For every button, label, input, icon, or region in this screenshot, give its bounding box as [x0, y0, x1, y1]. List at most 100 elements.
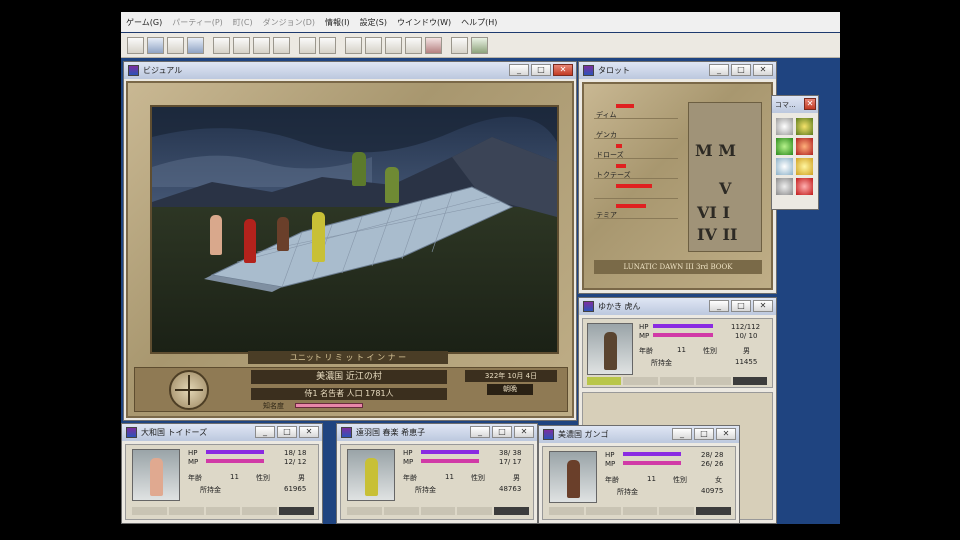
menu-settings[interactable]: 設定(S) [355, 17, 392, 28]
visual-window-titlebar[interactable]: ビジュアル _ □ ✕ [124, 62, 576, 79]
battle-scene[interactable] [150, 105, 559, 354]
status-tab[interactable] [242, 507, 278, 515]
toolbar-window-button[interactable] [126, 36, 144, 54]
toolbar-save-button[interactable] [450, 36, 468, 54]
unit-rogue[interactable] [277, 217, 289, 251]
minimize-button[interactable]: _ [709, 64, 729, 76]
status-tab[interactable] [494, 507, 529, 515]
menu-party[interactable]: パーティー(P) [167, 17, 228, 28]
close-button[interactable]: ✕ [553, 64, 573, 76]
close-button[interactable]: ✕ [753, 64, 773, 76]
status-tab[interactable] [696, 507, 731, 515]
close-button[interactable]: ✕ [753, 300, 773, 312]
close-button[interactable]: ✕ [514, 426, 534, 438]
party-row[interactable]: ディム [594, 102, 678, 119]
menu-info[interactable]: 情報(I) [320, 17, 355, 28]
minimize-button[interactable]: _ [255, 426, 275, 438]
enemy-goblin-2[interactable] [385, 167, 399, 203]
menu-dungeon[interactable]: ダンジョン(D) [258, 17, 320, 28]
menu-town[interactable]: 町(C) [228, 17, 258, 28]
member-status-titlebar[interactable]: 美濃国 ガンゴ _ □ ✕ [539, 426, 739, 443]
close-button[interactable]: ✕ [716, 428, 736, 440]
unit-yellow-mage[interactable] [312, 212, 325, 262]
toolbar-sword-button[interactable] [318, 36, 336, 54]
escape-command-icon[interactable] [776, 178, 793, 195]
gear-command-icon[interactable] [796, 118, 813, 135]
toolbar-map-button[interactable] [166, 36, 184, 54]
toolbar-magic-button[interactable] [344, 36, 362, 54]
status-tab[interactable] [279, 507, 314, 515]
toolbar-book-button[interactable] [146, 36, 164, 54]
enemy-goblin-1[interactable] [352, 152, 366, 186]
minimize-button[interactable]: _ [709, 300, 729, 312]
status-tab[interactable] [132, 507, 167, 515]
status-tab[interactable] [623, 377, 658, 385]
party-row[interactable]: ゲンカ [594, 122, 678, 139]
menu-window[interactable]: ウインドウ(W) [392, 17, 456, 28]
attack-command-icon[interactable] [776, 118, 793, 135]
close-button[interactable]: ✕ [804, 98, 816, 110]
tarot-window-titlebar[interactable]: タロット _ □ ✕ [579, 62, 776, 79]
status-tab[interactable] [587, 377, 622, 385]
leader-status-titlebar[interactable]: ゆかき 虎ん _ □ ✕ [579, 298, 776, 315]
party-row[interactable] [594, 182, 678, 199]
maximize-button[interactable]: □ [731, 64, 751, 76]
heal-command-icon[interactable] [776, 138, 793, 155]
close-button[interactable]: ✕ [299, 426, 319, 438]
member-portrait[interactable] [549, 451, 597, 503]
hp-value: 18/ 18 [284, 449, 307, 457]
member-portrait[interactable] [132, 449, 180, 501]
shield-command-icon[interactable] [796, 138, 813, 155]
toolbar-talk-button[interactable] [404, 36, 422, 54]
toolbar-search-button[interactable] [364, 36, 382, 54]
move-command-icon[interactable] [776, 158, 793, 175]
toolbar-shop-button[interactable] [424, 36, 442, 54]
minimize-button[interactable]: _ [470, 426, 490, 438]
maximize-button[interactable]: □ [694, 428, 714, 440]
tarot-cards-row4: IV II [697, 225, 738, 244]
unit-red-fighter[interactable] [244, 219, 256, 263]
menu-game[interactable]: ゲーム(G) [121, 17, 167, 28]
member-status-titlebar[interactable]: 大和国 トイドーズ _ □ ✕ [122, 424, 322, 441]
party-row[interactable]: テミア [594, 202, 678, 219]
maximize-button[interactable]: □ [731, 300, 751, 312]
status-tab[interactable] [383, 507, 419, 515]
status-tab[interactable] [696, 377, 731, 385]
toolbar-list-button[interactable] [186, 36, 204, 54]
status-tab[interactable] [168, 507, 204, 515]
toolbar-help-button[interactable] [470, 36, 488, 54]
maximize-button[interactable]: □ [492, 426, 512, 438]
party-row[interactable]: トクテーズ [594, 162, 678, 179]
minimize-button[interactable]: _ [509, 64, 529, 76]
member-portrait[interactable] [347, 449, 395, 501]
leader-portrait[interactable] [587, 323, 633, 375]
toolbar-gear-button[interactable] [232, 36, 250, 54]
status-tab[interactable] [622, 507, 658, 515]
status-tab[interactable] [549, 507, 584, 515]
status-tab[interactable] [205, 507, 241, 515]
toolbar-item-button[interactable] [252, 36, 270, 54]
minimize-button[interactable]: _ [672, 428, 692, 440]
compass-dial[interactable] [169, 370, 209, 410]
menu-help[interactable]: ヘルプ(H) [456, 17, 502, 28]
toolbar-rest-button[interactable] [384, 36, 402, 54]
toolbar-move-button[interactable] [298, 36, 316, 54]
toolbar-equip-button[interactable] [272, 36, 290, 54]
mp-bar [653, 333, 713, 337]
status-tab[interactable] [420, 507, 456, 515]
status-tab[interactable] [585, 507, 621, 515]
toolbar-status-button[interactable] [212, 36, 230, 54]
status-tab[interactable] [457, 507, 493, 515]
fire-command-icon[interactable] [796, 178, 813, 195]
unit-monk[interactable] [210, 215, 222, 255]
status-tab[interactable] [347, 507, 382, 515]
member-status-titlebar[interactable]: 遠羽国 春楽 希恵子 _ □ ✕ [337, 424, 537, 441]
status-tab[interactable] [659, 377, 695, 385]
timer-command-icon[interactable] [796, 158, 813, 175]
status-tab[interactable] [659, 507, 695, 515]
tarot-card-panel[interactable]: M M V VI I IV II [688, 102, 762, 252]
maximize-button[interactable]: □ [277, 426, 297, 438]
maximize-button[interactable]: □ [531, 64, 551, 76]
status-tab[interactable] [732, 377, 768, 385]
party-row[interactable]: ドローズ [594, 142, 678, 159]
